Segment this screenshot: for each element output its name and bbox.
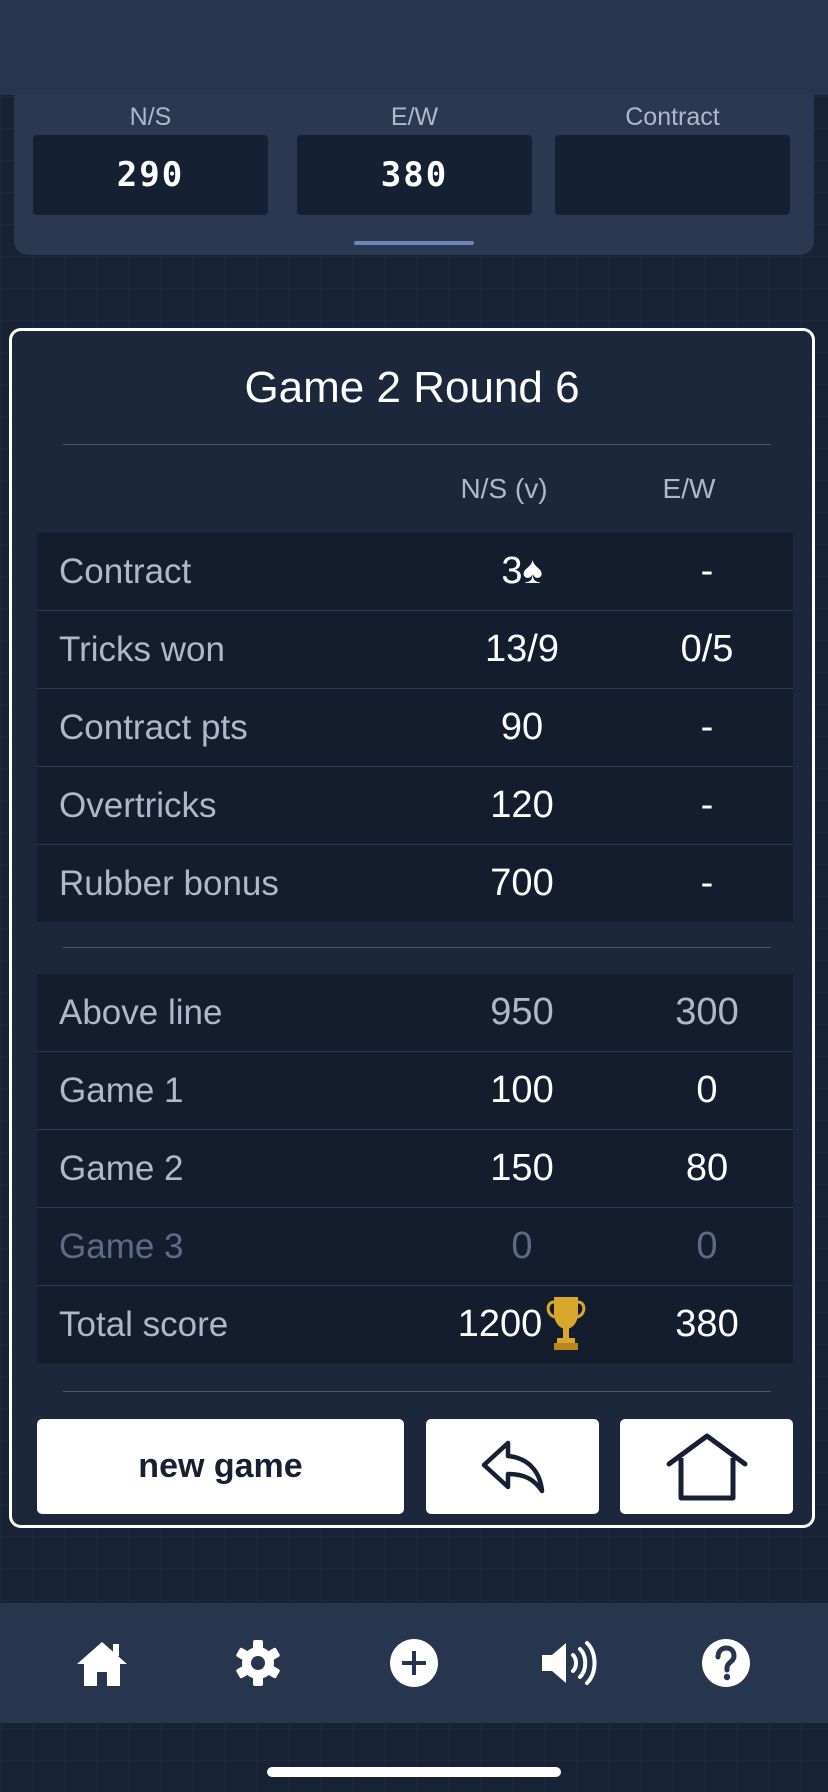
home-indicator[interactable] [267,1767,561,1777]
row-ew-value: - [700,706,714,748]
table-row: Contract 3♠ - [37,533,793,610]
ew-score: 380 [297,135,532,215]
nav-home-button[interactable] [72,1633,132,1693]
table-row: Above line 950 300 [37,974,793,1051]
row-label: Tricks won [59,630,225,669]
row-label: Rubber bonus [59,864,279,903]
table-row: Tricks won 13/9 0/5 [37,610,793,688]
round-score-table: Contract 3♠ - Tricks won 13/9 0/5 Contra… [37,533,793,922]
total-ns-cell: 1200 [417,1286,627,1363]
top-bar [0,0,828,95]
total-ns-value: 1200 [457,1303,543,1345]
house-outline-icon [666,1433,747,1500]
trophy-icon [546,1296,586,1350]
contract-column: Contract [555,95,790,215]
table-row: Game 1 100 0 [37,1051,793,1129]
contract-label: Contract [625,103,720,131]
nav-sound-button[interactable] [540,1633,600,1693]
row-ns-value: 100 [490,1069,554,1111]
row-label: Overtricks [59,786,217,825]
row-label: Contract pts [59,708,248,747]
panel-grabber-handle[interactable] [354,241,474,245]
nav-help-button[interactable] [696,1633,756,1693]
ew-label: E/W [390,103,439,131]
table-row: Total score 1200 380 [37,1285,793,1363]
col-head-ew: E/W [662,473,716,504]
table-row: Overtricks 120 - [37,766,793,844]
ew-score-column: E/W 380 [297,95,532,215]
row-label: Game 2 [59,1149,184,1188]
round-title: Game 2 Round 6 [244,363,580,412]
bottom-nav-bar [0,1603,828,1723]
help-icon [702,1639,750,1687]
nav-settings-button[interactable] [228,1633,288,1693]
new-game-button[interactable]: new game [37,1419,404,1514]
section-divider [63,947,771,948]
bottom-divider [63,1391,771,1392]
ns-label: N/S [129,103,172,131]
row-ew-value: 80 [685,1147,729,1189]
undo-arrow-icon [481,1440,544,1493]
row-label: Total score [59,1305,229,1344]
plus-circle-icon [390,1639,438,1687]
total-score-table: Above line 950 300 Game 1 100 0 Game 2 1… [37,974,793,1363]
row-ew-value: 380 [675,1303,739,1345]
round-summary-card: Game 2 Round 6 N/S (v) E/W Contract 3♠ -… [9,328,815,1528]
row-ew-value: - [700,550,714,592]
row-ns-value: 13/9 [485,628,559,670]
table-row: Game 3 0 0 [37,1207,793,1285]
row-ns-value: 950 [490,991,554,1033]
row-ns-value: 120 [490,784,554,826]
col-head-ns: N/S (v) [460,473,548,504]
home-button[interactable] [620,1419,793,1514]
row-ew-value: - [700,784,714,826]
ns-score-column: N/S 290 [33,95,268,215]
row-label: Game 1 [59,1071,184,1110]
row-ns-value: 3♠ [501,550,543,592]
row-label: Contract [59,552,192,591]
row-ns-value: 150 [490,1147,554,1189]
row-ew-value: 0 [696,1069,718,1111]
table-row: Contract pts 90 - [37,688,793,766]
gear-icon [236,1640,280,1686]
speaker-icon [542,1641,597,1685]
row-ns-value: 90 [500,706,544,748]
contract-value [555,135,790,215]
table-row: Rubber bonus 700 - [37,844,793,922]
row-ew-value: 0 [696,1225,718,1267]
row-ns-value: 0 [511,1225,533,1267]
score-panel: N/S 290 E/W 380 Contract [14,95,814,255]
undo-button[interactable] [426,1419,599,1514]
home-icon [77,1642,127,1686]
table-row: Game 2 150 80 [37,1129,793,1207]
row-ew-value: 0/5 [680,628,734,670]
row-ew-value: - [700,862,714,904]
ns-score: 290 [33,135,268,215]
row-label: Above line [59,993,223,1032]
nav-add-button[interactable] [384,1633,444,1693]
row-ew-value: 300 [675,991,739,1033]
row-ns-value: 700 [490,862,554,904]
title-divider [63,444,771,445]
row-label: Game 3 [59,1227,184,1266]
